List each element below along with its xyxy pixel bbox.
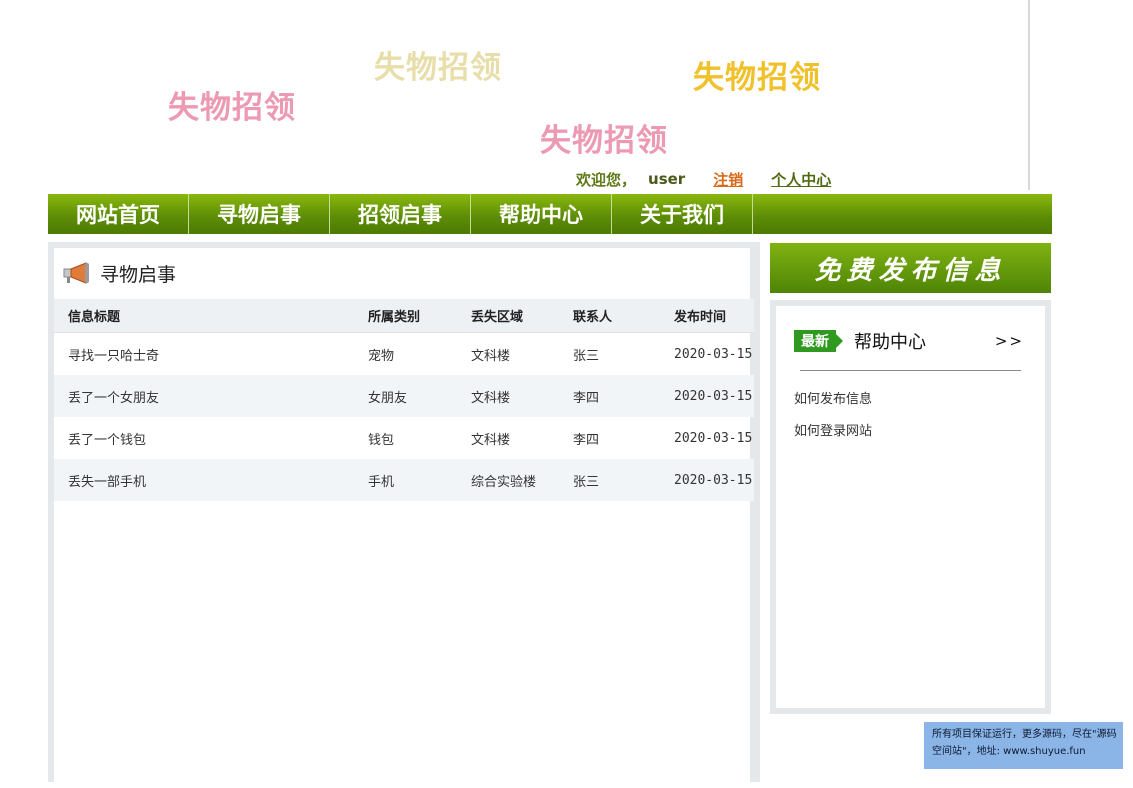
table-row[interactable]: 寻找一只哈士奇 宠物 文科楼 张三 2020-03-15 [54, 333, 754, 375]
divider [800, 370, 1021, 371]
help-link-login[interactable]: 如何登录网站 [794, 420, 872, 439]
row-contact: 李四 [573, 390, 600, 406]
row-area: 文科楼 [471, 390, 511, 406]
column-header-area: 丢失区域 [471, 310, 524, 325]
row-area: 文科楼 [471, 348, 511, 364]
help-center-panel: 最新 帮助中心 >> 如何发布信息 如何登录网站 [770, 300, 1051, 714]
row-category: 手机 [368, 474, 395, 490]
row-date: 2020-03-15 [674, 430, 753, 446]
column-header-date: 发布时间 [674, 310, 727, 325]
help-center-panel-body: 最新 帮助中心 >> 如何发布信息 如何登录网站 [776, 306, 1045, 708]
table-body: 寻找一只哈士奇 宠物 文科楼 张三 2020-03-15 丢了一个女朋友 女朋友… [54, 333, 754, 501]
more-link[interactable]: >> [995, 332, 1024, 350]
user-bar: 欢迎您， user 注销 个人中心 [576, 168, 831, 190]
column-header-contact: 联系人 [573, 310, 613, 325]
column-header-title: 信息标题 [68, 310, 121, 325]
nav-item-lost[interactable]: 寻物启事 [189, 194, 330, 234]
row-category: 女朋友 [368, 390, 408, 406]
lost-items-panel: 寻物启事 信息标题 所属类别 丢失区域 联系人 发布时间 寻找一只哈士奇 宠物 … [48, 242, 760, 788]
table-row[interactable]: 丢了一个女朋友 女朋友 文科楼 李四 2020-03-15 [54, 375, 754, 417]
nav-item-home[interactable]: 网站首页 [48, 194, 189, 234]
row-contact: 李四 [573, 432, 600, 448]
banner-deco-text: 失物招领 [374, 50, 502, 86]
source-footer-note: 所有项目保证运行，更多源码，尽在"源码空间站"，地址: www.shuyue.f… [924, 722, 1123, 769]
column-header-category: 所属类别 [368, 310, 421, 325]
banner-deco-text: 失物招领 [693, 60, 821, 96]
row-title[interactable]: 丢失一部手机 [68, 459, 146, 501]
site-banner: 失物招领 失物招领 失物招领 失物招领 [48, 0, 1030, 192]
latest-badge: 最新 [794, 330, 843, 352]
nav-item-help[interactable]: 帮助中心 [471, 194, 612, 234]
row-category: 宠物 [368, 348, 395, 364]
row-title[interactable]: 寻找一只哈士奇 [68, 333, 159, 375]
table-header: 信息标题 所属类别 丢失区域 联系人 发布时间 [54, 299, 754, 333]
row-contact: 张三 [573, 348, 600, 364]
row-title[interactable]: 丢了一个钱包 [68, 417, 146, 459]
user-center-link[interactable]: 个人中心 [771, 169, 831, 190]
help-center-title: 帮助中心 [854, 332, 926, 353]
username: user [648, 170, 686, 188]
table-row[interactable]: 丢失一部手机 手机 综合实验楼 张三 2020-03-15 [54, 459, 754, 501]
welcome-text: 欢迎您， [576, 170, 637, 189]
banner-deco-text: 失物招领 [168, 90, 296, 126]
row-contact: 张三 [573, 474, 600, 490]
banner-edge [1028, 0, 1030, 190]
nav-item-about[interactable]: 关于我们 [612, 194, 753, 234]
row-date: 2020-03-15 [674, 388, 753, 404]
nav-item-found[interactable]: 招领启事 [330, 194, 471, 234]
row-title[interactable]: 丢了一个女朋友 [68, 375, 159, 417]
banner-deco-text: 失物招领 [540, 123, 668, 159]
logout-link[interactable]: 注销 [713, 169, 743, 190]
publish-info-button[interactable]: 免费发布信息 [770, 243, 1051, 293]
row-category: 钱包 [368, 432, 395, 448]
help-center-header: 最新 帮助中心 >> [794, 326, 1024, 356]
row-area: 文科楼 [471, 432, 511, 448]
row-date: 2020-03-15 [674, 346, 753, 362]
row-area: 综合实验楼 [471, 474, 537, 490]
section-title: 寻物启事 [100, 263, 177, 286]
section-header: 寻物启事 [54, 248, 750, 298]
row-date: 2020-03-15 [674, 472, 753, 488]
main-nav: 网站首页 寻物启事 招领启事 帮助中心 关于我们 [48, 194, 1052, 234]
help-link-publish[interactable]: 如何发布信息 [794, 388, 872, 407]
table-row[interactable]: 丢了一个钱包 钱包 文科楼 李四 2020-03-15 [54, 417, 754, 459]
megaphone-icon [62, 261, 92, 285]
lost-items-panel-body: 寻物启事 信息标题 所属类别 丢失区域 联系人 发布时间 寻找一只哈士奇 宠物 … [54, 248, 754, 788]
